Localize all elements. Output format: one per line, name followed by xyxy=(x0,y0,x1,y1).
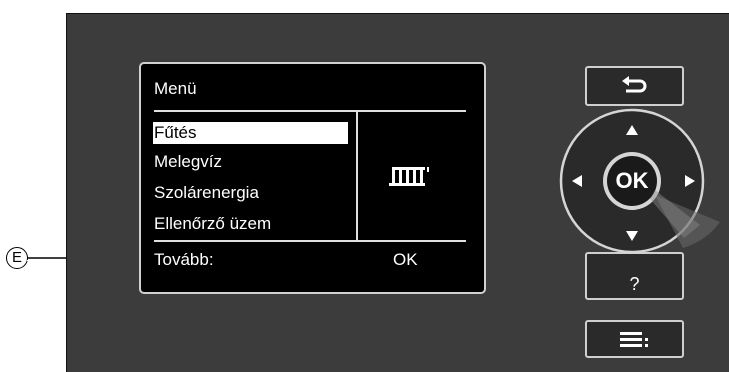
arrow-up-icon[interactable] xyxy=(625,124,639,136)
arrow-right-icon[interactable] xyxy=(684,174,696,188)
ok-button[interactable]: OK xyxy=(612,168,652,194)
arrow-down-icon[interactable] xyxy=(625,230,639,242)
arrow-left-icon[interactable] xyxy=(571,174,583,188)
